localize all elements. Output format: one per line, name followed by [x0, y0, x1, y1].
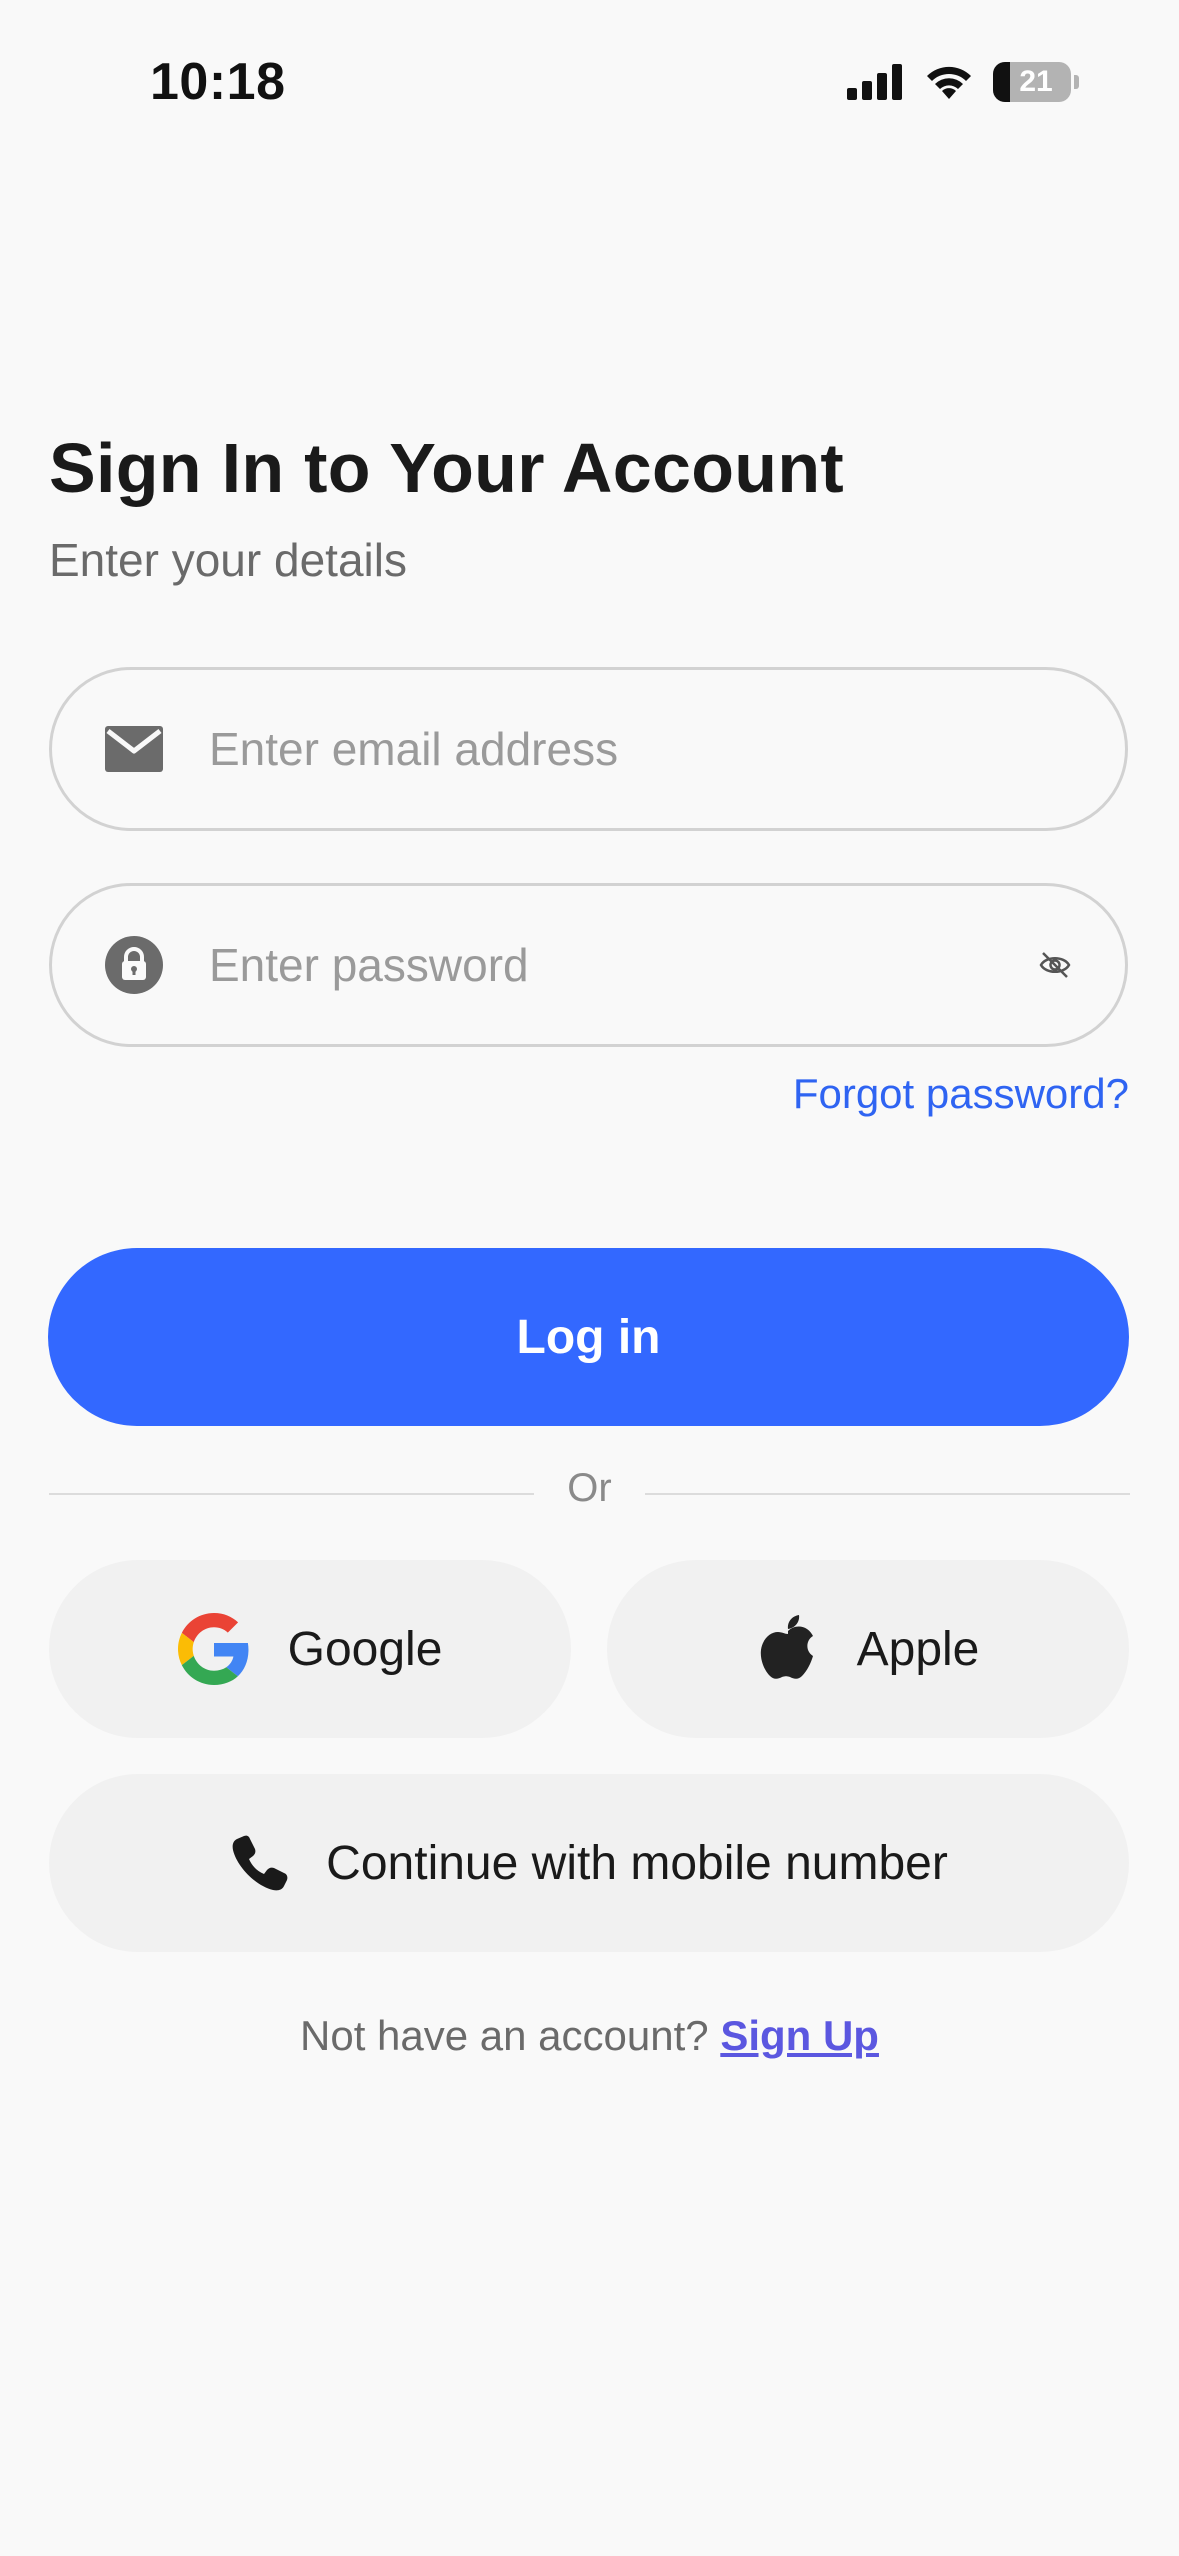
divider-line-right: [645, 1493, 1130, 1495]
google-button[interactable]: Google: [49, 1560, 571, 1738]
forgot-password-link[interactable]: Forgot password?: [793, 1070, 1129, 1118]
google-icon: [177, 1613, 250, 1685]
status-time: 10:18: [150, 53, 286, 111]
page-subtitle: Enter your details: [49, 534, 407, 586]
eye-off-icon[interactable]: [1035, 945, 1075, 985]
battery-icon: 21: [993, 62, 1079, 102]
signup-prompt-text: Not have an account?: [300, 2012, 709, 2059]
mail-icon: [104, 719, 164, 779]
email-field[interactable]: [49, 667, 1128, 831]
email-input[interactable]: [209, 709, 1125, 789]
signup-link[interactable]: Sign Up: [720, 2012, 879, 2059]
password-field[interactable]: [49, 883, 1128, 1047]
battery-percent: 21: [1019, 65, 1053, 98]
divider-line-left: [49, 1493, 534, 1495]
signal-icon: [847, 64, 902, 100]
apple-icon: [757, 1613, 819, 1685]
mobile-number-button-label: Continue with mobile number: [326, 1836, 948, 1890]
divider-label: Or: [567, 1466, 612, 1510]
mobile-number-button[interactable]: Continue with mobile number: [49, 1774, 1129, 1952]
wifi-icon: [927, 66, 971, 99]
login-button[interactable]: Log in: [48, 1248, 1129, 1426]
lock-icon: [104, 935, 164, 995]
apple-button[interactable]: Apple: [607, 1560, 1129, 1738]
battery-level: 21: [993, 62, 1071, 102]
phone-icon: [230, 1834, 288, 1892]
status-icons: 21: [847, 62, 1079, 102]
login-button-label: Log in: [516, 1310, 661, 1364]
page-title: Sign In to Your Account: [49, 429, 845, 507]
password-input[interactable]: [209, 925, 1015, 1005]
google-button-label: Google: [287, 1622, 443, 1676]
signup-prompt: Not have an account? Sign Up: [0, 2012, 1179, 2060]
apple-button-label: Apple: [856, 1622, 980, 1676]
